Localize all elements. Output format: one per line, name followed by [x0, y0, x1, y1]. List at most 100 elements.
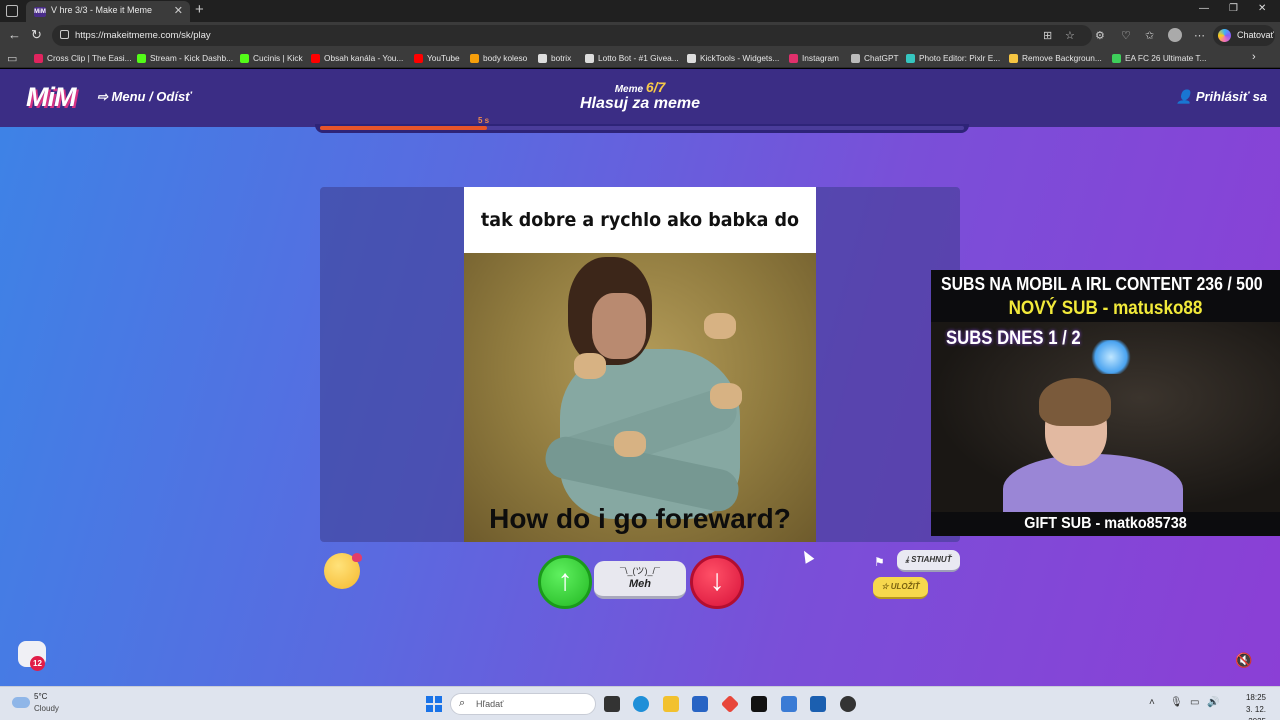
bookmark-item[interactable]: Remove Backgroun... — [1009, 53, 1102, 63]
apps-icon[interactable]: ⊞ — [1043, 29, 1052, 42]
clock-date: 3. 12. 2025 — [1245, 705, 1266, 720]
more-icon[interactable]: ⋯ — [1194, 29, 1205, 42]
bookmark-item[interactable]: Instagram — [789, 53, 839, 63]
windows-start-icon[interactable] — [426, 696, 442, 712]
download-button[interactable]: ⤓ STIAHNUŤ — [897, 550, 960, 572]
meme-card: tak dobre a rychlo ako babka do kostola … — [464, 187, 816, 542]
weather-temp: 5°C — [34, 692, 48, 701]
display-icon[interactable]: ▭ — [1190, 697, 1199, 708]
bookmark-favicon-icon — [470, 53, 479, 63]
windows-taskbar: 5°C Cloudy ⌕ Hľadať ˄ 🎙 ▭ 🔊 18:25 3. 12.… — [0, 686, 1280, 720]
bookmarks-more-icon[interactable]: › — [1252, 51, 1256, 63]
weather-condition: Cloudy — [34, 704, 59, 713]
meme-image — [464, 253, 816, 542]
bookmark-favicon-icon — [1009, 53, 1018, 63]
bookmark-item[interactable]: Cucinis | Kick — [240, 53, 303, 63]
upvote-button[interactable]: ↑ — [538, 555, 592, 609]
browser-tab[interactable]: MiM V hre 3/3 - Make it Meme ✕ — [26, 1, 190, 22]
tab-favicon-icon: MiM — [34, 7, 46, 17]
extensions-icon[interactable]: ⚙ — [1095, 29, 1105, 42]
browser-essentials-icon[interactable]: ♡ — [1121, 29, 1131, 42]
tiktok-icon[interactable] — [751, 696, 767, 712]
stream-overlay: SUBS NA MOBIL A IRL CONTENT 236 / 500 NO… — [931, 270, 1280, 536]
meh-button[interactable]: ¯\_(ツ)_/¯ Meh — [594, 561, 686, 599]
bookmark-favicon-icon — [1112, 53, 1121, 63]
page-title: Hlasuj za meme — [579, 95, 701, 112]
login-link[interactable]: 👤 Prihlásiť sa — [1176, 89, 1267, 105]
bookmark-item[interactable]: Photo Editor: Pixlr E... — [906, 53, 1000, 63]
favorites-icon[interactable]: ✩ — [1145, 29, 1154, 42]
taskbar-search[interactable]: ⌕ Hľadať — [450, 693, 596, 715]
bookmark-favicon-icon — [538, 53, 547, 63]
minimize-icon[interactable]: — — [1199, 3, 1209, 14]
search-icon: ⌕ — [459, 697, 466, 709]
new-tab-icon[interactable]: + — [195, 1, 204, 18]
sound-mute-icon[interactable]: 🔇 — [1235, 652, 1252, 669]
cloud-icon[interactable] — [12, 697, 30, 708]
bookmark-item[interactable]: KickTools - Widgets... — [687, 53, 779, 63]
exit-icon: ⇨ — [97, 89, 112, 104]
menu-leave-link[interactable]: ⇨ Menu / Odísť — [97, 89, 191, 105]
game-page: MiM ⇨ Menu / Odísť Meme 6/7 Hlasuj za me… — [0, 69, 1280, 686]
mim-logo[interactable]: MiM — [26, 82, 76, 113]
back-icon[interactable]: ← — [8, 27, 21, 42]
meh-label: Meh — [629, 578, 651, 590]
notes-icon[interactable] — [781, 696, 797, 712]
new-sub-text: NOVÝ SUB - matusko88 — [1008, 298, 1203, 319]
maximize-icon[interactable]: ❐ — [1229, 3, 1238, 14]
bookmarks-bar: ▭ Cross Clip | The Easi... Stream - Kick… — [0, 49, 1280, 68]
game-header: MiM ⇨ Menu / Odísť Meme 6/7 Hlasuj za me… — [0, 69, 1280, 127]
collections-icon[interactable]: ▭ — [7, 52, 17, 65]
bookmark-item[interactable]: botrix — [538, 53, 571, 63]
volume-icon[interactable]: 🔊 — [1207, 697, 1219, 708]
profile-avatar[interactable] — [1168, 28, 1182, 42]
window-menu-icon[interactable] — [6, 5, 18, 17]
round-current: 6 — [645, 79, 654, 95]
bookmark-item[interactable]: Stream - Kick Dashb... — [137, 53, 233, 63]
vote-bar: ↑ ¯\_(ツ)_/¯ Meh ↓ — [534, 553, 746, 613]
meme-bottom-caption: How do i go foreward? — [489, 503, 791, 534]
emoji-reaction-button[interactable] — [324, 553, 362, 589]
edge-icon[interactable] — [633, 696, 649, 712]
favorite-star-icon[interactable]: ☆ — [1065, 29, 1075, 42]
tab-close-icon[interactable]: ✕ — [174, 4, 183, 17]
file-explorer-icon[interactable] — [663, 696, 679, 712]
microphone-icon[interactable]: 🎙 — [1170, 697, 1183, 708]
round-counter: Meme 6/7 — [614, 79, 666, 95]
tray-overflow-icon[interactable]: ˄ — [1149, 697, 1155, 708]
address-bar-row: ← ↻ https://makeitmeme.com/sk/play ⊞ ☆ ⚙… — [0, 22, 1280, 49]
subs-today-text: SUBS DNES 1 / 2 — [946, 328, 1081, 349]
user-icon: 👤 — [1176, 89, 1193, 104]
bookmark-item[interactable]: Cross Clip | The Easi... — [34, 53, 132, 63]
bookmark-favicon-icon — [311, 53, 320, 63]
downvote-button[interactable]: ↓ — [690, 555, 744, 609]
bookmark-item[interactable]: ChatGPT — [851, 53, 899, 63]
bookmark-favicon-icon — [851, 53, 860, 63]
bookmark-item[interactable]: EA FC 26 Ultimate T... — [1112, 53, 1206, 63]
store-icon[interactable] — [692, 696, 708, 712]
meme-top-caption: tak dobre a rychlo ako babka do kostola — [480, 209, 800, 297]
chat-unread-badge: 12 — [30, 656, 45, 671]
report-flag-icon[interactable]: ⚑ — [874, 555, 885, 569]
bookmark-item[interactable]: Obsah kanála - You... — [311, 53, 403, 63]
bookmark-item[interactable]: body koleso — [470, 53, 527, 63]
bookmark-item[interactable]: Lotto Bot - #1 Givea... — [585, 53, 679, 63]
copilot-label: Chatovať — [1237, 30, 1274, 40]
refresh-icon[interactable]: ↻ — [31, 27, 42, 43]
search-placeholder: Hľadať — [476, 699, 504, 709]
obs-icon[interactable] — [840, 696, 856, 712]
save-button[interactable]: ☆ ULOŽIŤ — [873, 577, 928, 599]
close-window-icon[interactable]: ✕ — [1258, 3, 1266, 14]
task-view-icon[interactable] — [604, 696, 620, 712]
bookmark-favicon-icon — [137, 53, 146, 63]
bookmark-favicon-icon — [789, 53, 798, 63]
app-window-icon[interactable] — [810, 696, 826, 712]
bookmark-favicon-icon — [34, 53, 43, 63]
taskbar-clock[interactable]: 18:25 3. 12. 2025 — [1226, 692, 1266, 720]
bookmark-favicon-icon — [240, 53, 249, 63]
url-text: https://makeitmeme.com/sk/play — [75, 30, 211, 41]
copilot-button[interactable]: Chatovať — [1213, 25, 1275, 46]
url-field[interactable]: https://makeitmeme.com/sk/play ⊞ ☆ — [52, 25, 1092, 46]
app-diamond-icon[interactable] — [720, 694, 740, 714]
bookmark-item[interactable]: YouTube — [414, 53, 460, 63]
